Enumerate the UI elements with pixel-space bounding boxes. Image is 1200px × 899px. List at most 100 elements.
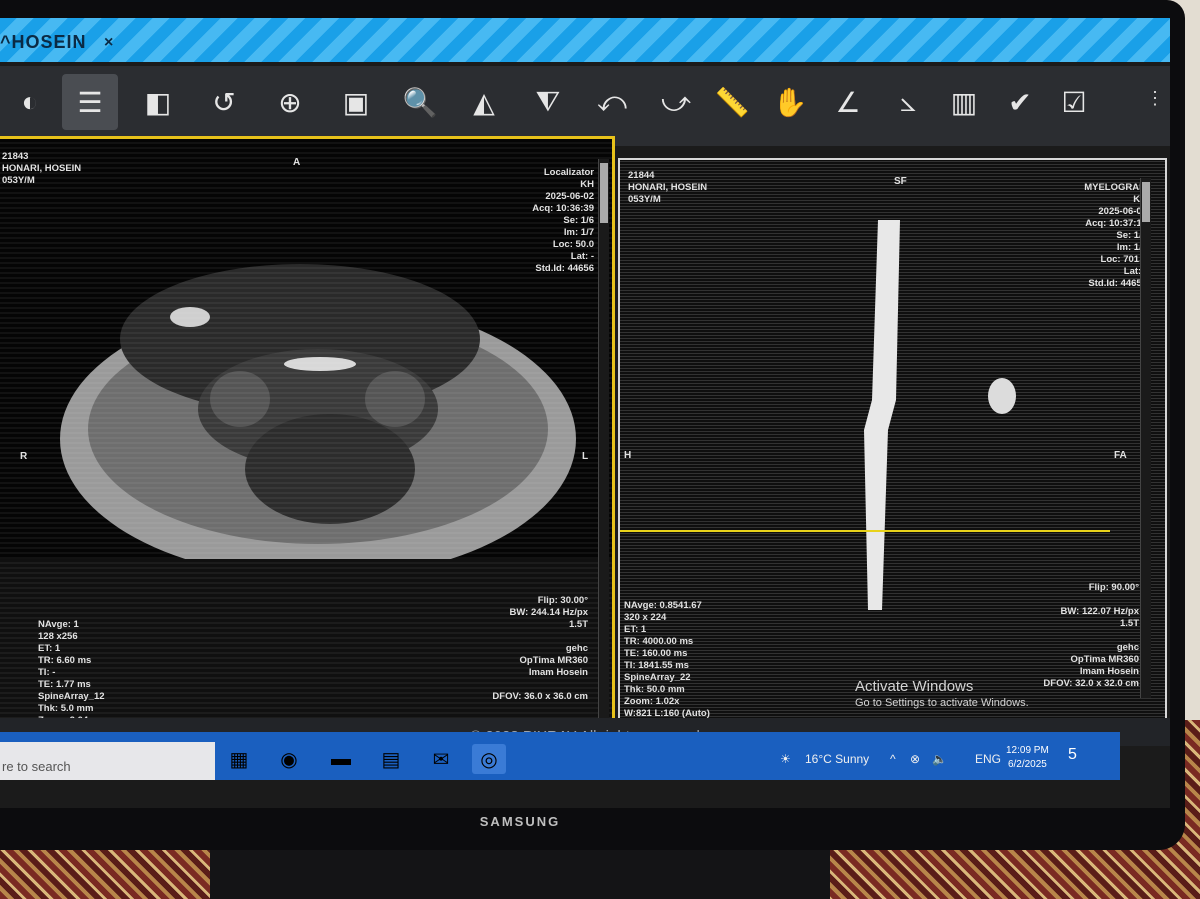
overlay-line: 053Y/M bbox=[628, 194, 661, 205]
cobb-angle-icon[interactable]: ⦣ bbox=[880, 74, 936, 130]
toolbar-more-icon[interactable]: ⋮ bbox=[1146, 88, 1164, 109]
localizer-reference-line[interactable] bbox=[620, 530, 1110, 532]
scrollbar-thumb[interactable] bbox=[600, 163, 608, 223]
overlay-line: SpineArray_22 bbox=[624, 672, 691, 683]
overlay-line: Std.Id: 44656 bbox=[535, 263, 594, 274]
orientation-top: A bbox=[293, 157, 301, 168]
overlay-line: Lat: - bbox=[1123, 266, 1147, 277]
overlay-line: Zoom: 1.02x bbox=[624, 696, 680, 707]
orientation-right: FA bbox=[1114, 450, 1127, 461]
image-scrollbar[interactable] bbox=[1140, 178, 1151, 698]
overlay-line: OpTima MR360 bbox=[519, 655, 588, 666]
clock-date: 6/2/2025 bbox=[1007, 759, 1047, 770]
overlay-line: gehc bbox=[565, 643, 588, 654]
store-icon[interactable]: ▤ bbox=[374, 744, 408, 774]
overlay-line: Localizator bbox=[543, 167, 594, 178]
magnify-icon[interactable]: 🔍 bbox=[392, 74, 448, 130]
confirm-icon[interactable]: ✔ bbox=[992, 74, 1048, 130]
weather-icon[interactable]: ☀ bbox=[780, 752, 791, 766]
acquisition-info-overlay: NAvge: 0.8541.67 320 x 224 ET: 1 TR: 4000.0… bbox=[624, 600, 710, 720]
overlay-line: SpineArray_12 bbox=[38, 691, 105, 702]
activate-windows-watermark: Activate Windows Go to Settings to activ… bbox=[855, 678, 1029, 712]
overlay-line: ET: 1 bbox=[38, 643, 61, 654]
ruler-icon[interactable]: 📏 bbox=[704, 74, 760, 130]
overlay-line: Imam Hosein bbox=[528, 667, 588, 678]
overlay-line bbox=[1043, 594, 1139, 606]
flip-horizontal-icon[interactable]: ◭ bbox=[456, 74, 512, 130]
edge-browser-icon[interactable]: ◉ bbox=[272, 744, 306, 774]
study-info-overlay: Localizator KH 2025-06-02 Acq: 10:36:39 Se: … bbox=[532, 167, 594, 275]
watermark-subtitle: Go to Settings to activate Windows. bbox=[855, 697, 1029, 709]
overlay-line: TR: 4000.00 ms bbox=[624, 636, 694, 647]
brightness-contrast-icon[interactable]: ◐ bbox=[2, 74, 58, 130]
taskbar-search-input[interactable]: re to search bbox=[0, 742, 215, 780]
weather-text[interactable]: 16°C Sunny bbox=[805, 752, 869, 766]
overlay-line: OpTima MR360 bbox=[1070, 654, 1139, 665]
overlay-line: TR: 6.60 ms bbox=[38, 655, 92, 666]
overlay-line: gehc bbox=[1116, 642, 1139, 653]
tab-close-icon[interactable]: × bbox=[104, 34, 113, 52]
orientation-right: L bbox=[582, 451, 589, 462]
overlay-line: KH bbox=[1084, 194, 1147, 206]
overlay-line: DFOV: 36.0 x 36.0 cm bbox=[492, 691, 588, 702]
overlay-line: 1.5T bbox=[568, 619, 588, 630]
monitor-brand-logo: SAMSUNG bbox=[479, 814, 561, 829]
overlay-line: HONARI, HOSEIN bbox=[2, 163, 82, 174]
device-info-overlay: Flip: 90.00° BW: 122.07 Hz/px 1.5T gehc Op… bbox=[1043, 582, 1139, 690]
overlay-line: TI: 1841.55 ms bbox=[624, 660, 689, 671]
taskbar-clock[interactable]: 12:09 PM 6/2/2025 bbox=[1006, 744, 1049, 772]
overlay-line: Std.Id: 44656 bbox=[1088, 278, 1147, 289]
overlay-line: TE: 1.77 ms bbox=[38, 679, 91, 690]
network-icon[interactable]: ⊗ bbox=[910, 752, 920, 766]
title-bar: ^HOSEIN × bbox=[0, 18, 1170, 62]
viewport-myelogram[interactable]: 21844HONARI, HOSEIN053Y/M MYELOGRAMKH202… bbox=[618, 158, 1167, 722]
overlay-line: 128 x256 bbox=[38, 631, 78, 642]
image-scrollbar[interactable] bbox=[598, 159, 609, 729]
task-view-icon[interactable]: ▦ bbox=[222, 744, 256, 774]
file-explorer-icon[interactable]: ▬ bbox=[324, 744, 358, 774]
rotate-left-icon[interactable]: ⤺ bbox=[584, 74, 640, 130]
rotate-icon[interactable]: ↺ bbox=[196, 74, 252, 130]
pan-icon[interactable]: ✋ bbox=[762, 74, 818, 130]
orientation-top: SF bbox=[894, 176, 907, 187]
volume-icon[interactable]: 🔈 bbox=[932, 752, 947, 766]
overlay-line: Se: 1/6 bbox=[563, 215, 594, 226]
overlay-line: Loc: 50.0 bbox=[552, 239, 594, 250]
viewport-axial[interactable]: 21843 HONARI, HOSEIN 053Y/M Localizator KH 2… bbox=[0, 136, 615, 747]
pixray-app-icon[interactable]: ◎ bbox=[472, 744, 506, 774]
overlay-line: 2025-06-02 bbox=[545, 191, 594, 202]
angle-icon[interactable]: ∠ bbox=[820, 74, 876, 130]
language-indicator[interactable]: ENG bbox=[975, 752, 1001, 766]
viewer-toolbar: ◐ ☰ ◧ ↺ ⊕ ▣ 🔍 ◭ ⧨ ⤺ ⤻ 📏 ✋ ∠ ⦣ ▥ ✔ ☑ bbox=[0, 66, 1170, 146]
flip-vertical-icon[interactable]: ⧨ bbox=[520, 74, 576, 130]
overlay-line: Lat: - bbox=[570, 251, 594, 262]
overlay-line: ET: 1 bbox=[624, 624, 647, 635]
checklist-icon[interactable]: ☑ bbox=[1046, 74, 1102, 130]
overlay-line: MYELOGRAM bbox=[1084, 182, 1147, 193]
overlay-line: 21843 bbox=[2, 151, 29, 162]
overlay-line: BW: 244.14 Hz/px bbox=[509, 607, 589, 618]
overlay-line: Imam Hosein bbox=[1079, 666, 1139, 677]
overlay-line: NAvge: 0.8541.67 bbox=[624, 600, 702, 611]
patient-info-overlay: 21844 HONARI, HOSEIN 053Y/M bbox=[628, 170, 707, 206]
scrollbar-thumb[interactable] bbox=[1142, 182, 1150, 222]
mail-icon[interactable]: ✉ bbox=[424, 744, 458, 774]
overlay-line: Acq: 10:36:39 bbox=[532, 203, 594, 214]
clock-time: 12:09 PM bbox=[1006, 745, 1049, 756]
notification-center-icon[interactable]: 5 bbox=[1068, 746, 1077, 764]
overlay-line: Im: 1/7 bbox=[563, 227, 594, 238]
invert-icon[interactable]: ◧ bbox=[130, 74, 186, 130]
overlay-line: DFOV: 32.0 x 32.0 cm bbox=[1043, 678, 1139, 689]
patient-info-overlay: 21843 HONARI, HOSEIN 053Y/M bbox=[2, 151, 81, 187]
zoom-in-icon[interactable]: ⊕ bbox=[262, 74, 318, 130]
fit-window-icon[interactable]: ▣ bbox=[328, 74, 384, 130]
orientation-left: R bbox=[20, 451, 28, 462]
rotate-right-icon[interactable]: ⤻ bbox=[648, 74, 704, 130]
overlay-line: 320 x 224 bbox=[624, 612, 667, 623]
tray-chevron-icon[interactable]: ^ bbox=[890, 752, 896, 766]
patient-tab-label[interactable]: ^HOSEIN bbox=[0, 32, 87, 53]
layers-icon[interactable]: ☰ bbox=[62, 74, 118, 130]
overlay-line: Flip: 90.00° bbox=[1088, 582, 1139, 593]
overlay-line: BW: 122.07 Hz/px bbox=[1060, 606, 1140, 617]
histogram-icon[interactable]: ▥ bbox=[936, 74, 992, 130]
